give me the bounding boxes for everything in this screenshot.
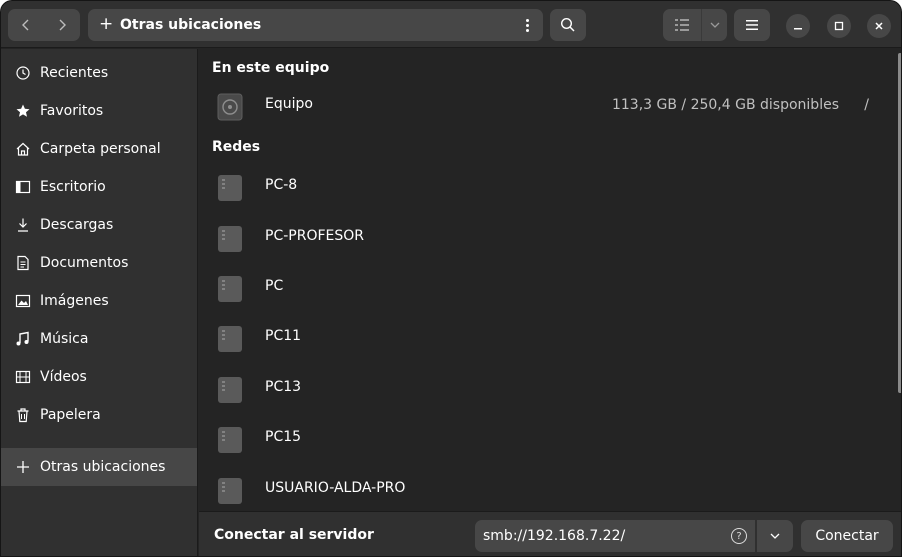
server-address-field[interactable]: ? — [475, 520, 755, 552]
sidebar-item-escritorio[interactable]: Escritorio — [1, 168, 197, 206]
back-button[interactable] — [8, 9, 44, 41]
sidebar-item-label: Imágenes — [40, 293, 109, 309]
main-menu-button[interactable] — [734, 9, 770, 41]
forward-button[interactable] — [44, 9, 80, 41]
current-location-label: Otras ubicaciones — [120, 17, 262, 33]
network-host-name: USUARIO-ALDA-PRO — [265, 480, 406, 496]
sidebar-item-label: Otras ubicaciones — [40, 459, 166, 475]
network-item-pc15[interactable]: PC15 — [199, 414, 889, 464]
location-menu-button[interactable] — [515, 13, 539, 37]
network-server-icon — [218, 377, 242, 403]
chevron-down-icon — [710, 22, 719, 28]
location-path-bar[interactable]: + Otras ubicaciones — [88, 9, 543, 41]
network-item-pc-8[interactable]: PC-8 — [199, 162, 889, 212]
sidebar-item-label: Música — [40, 331, 89, 347]
desktop-icon — [15, 179, 31, 195]
chevron-right-icon — [59, 19, 66, 31]
location-name: Equipo — [265, 96, 313, 112]
network-host-name: PC11 — [265, 328, 302, 344]
view-toggle-group — [663, 9, 727, 41]
disk-space-info: 113,3 GB / 250,4 GB disponibles — [611, 97, 839, 113]
chevron-down-icon — [770, 533, 780, 539]
close-button[interactable] — [867, 14, 891, 38]
network-server-icon — [218, 427, 242, 453]
network-server-icon — [218, 478, 242, 504]
section-heading-local: En este equipo — [212, 60, 330, 76]
search-button[interactable] — [550, 9, 586, 41]
sidebar-item-papelera[interactable]: Papelera — [1, 396, 197, 434]
mount-path: / — [864, 97, 869, 113]
list-view-icon — [675, 19, 689, 31]
sidebar-item-descargas[interactable]: Descargas — [1, 206, 197, 244]
recent-servers-dropdown[interactable] — [757, 520, 793, 552]
list-item-equipo[interactable]: Equipo 113,3 GB / 250,4 GB disponibles / — [199, 81, 889, 131]
network-item-pc11[interactable]: PC11 — [199, 313, 889, 363]
list-view-button[interactable] — [663, 9, 701, 41]
network-item-usuario-alda-pro[interactable]: USUARIO-ALDA-PRO — [199, 465, 889, 515]
sidebar-item-label: Recientes — [40, 65, 109, 81]
network-server-icon — [218, 276, 242, 302]
section-heading-networks: Redes — [212, 139, 261, 155]
sidebar-item-documentos[interactable]: Documentos — [1, 244, 197, 282]
network-server-icon — [218, 226, 242, 252]
maximize-icon — [834, 21, 844, 31]
network-server-icon — [218, 326, 242, 352]
sidebar-item-musica[interactable]: Música — [1, 320, 197, 358]
hamburger-menu-icon — [746, 20, 758, 30]
minimize-icon — [794, 28, 802, 30]
vertical-dots-icon — [525, 18, 529, 33]
hard-drive-icon — [217, 93, 243, 121]
connect-button[interactable]: Conectar — [801, 520, 893, 552]
sidebar-item-label: Descargas — [40, 217, 114, 233]
search-icon — [560, 17, 575, 32]
close-icon — [875, 22, 883, 30]
view-options-dropdown[interactable] — [701, 9, 727, 41]
network-item-pc[interactable]: PC — [199, 263, 889, 313]
chevron-left-icon — [22, 19, 29, 31]
sidebar-item-carpeta-personal[interactable]: Carpeta personal — [1, 130, 197, 168]
sidebar-item-label: Papelera — [40, 407, 101, 423]
home-icon — [15, 141, 31, 157]
vertical-scrollbar[interactable] — [898, 53, 901, 393]
locations-list: En este equipo Equipo 113,3 GB / 250,4 G… — [199, 49, 901, 511]
image-icon — [15, 293, 31, 309]
plus-icon — [15, 459, 31, 475]
server-address-input[interactable] — [483, 526, 723, 546]
file-manager-window: + Otras ubicaciones Recientes Favoritos … — [0, 0, 902, 557]
network-item-pc13[interactable]: PC13 — [199, 364, 889, 414]
connect-to-server-label: Conectar al servidor — [214, 527, 374, 543]
maximize-button[interactable] — [827, 14, 851, 38]
document-icon — [15, 255, 31, 271]
sidebar: Recientes Favoritos Carpeta personal Esc… — [1, 49, 198, 556]
video-icon — [15, 369, 31, 385]
sidebar-item-label: Escritorio — [40, 179, 106, 195]
sidebar-item-recientes[interactable]: Recientes — [1, 54, 197, 92]
sidebar-item-imagenes[interactable]: Imágenes — [1, 282, 197, 320]
trash-icon — [15, 407, 31, 423]
sidebar-item-label: Documentos — [40, 255, 129, 271]
network-host-name: PC13 — [265, 379, 302, 395]
clock-icon — [15, 65, 31, 81]
network-host-name: PC-PROFESOR — [265, 228, 364, 244]
sidebar-item-label: Vídeos — [40, 369, 87, 385]
connect-to-server-bar: Conectar al servidor ? Conectar — [199, 511, 901, 556]
sidebar-item-videos[interactable]: Vídeos — [1, 358, 197, 396]
star-icon — [15, 103, 31, 119]
network-host-name: PC — [265, 278, 284, 294]
sidebar-item-otras-ubicaciones[interactable]: Otras ubicaciones — [1, 448, 197, 486]
sidebar-item-label: Favoritos — [40, 103, 104, 119]
sidebar-item-label: Carpeta personal — [40, 141, 161, 157]
help-icon[interactable]: ? — [731, 528, 747, 544]
network-server-icon — [218, 175, 242, 201]
navigation-buttons — [8, 9, 80, 41]
network-item-pc-profesor[interactable]: PC-PROFESOR — [199, 213, 889, 263]
plus-icon: + — [99, 14, 114, 34]
network-host-name: PC-8 — [265, 177, 298, 193]
download-icon — [15, 217, 31, 233]
minimize-button[interactable] — [786, 14, 810, 38]
network-host-name: PC15 — [265, 429, 302, 445]
header-bar: + Otras ubicaciones — [1, 1, 901, 48]
music-icon — [15, 331, 31, 347]
sidebar-item-favoritos[interactable]: Favoritos — [1, 92, 197, 130]
